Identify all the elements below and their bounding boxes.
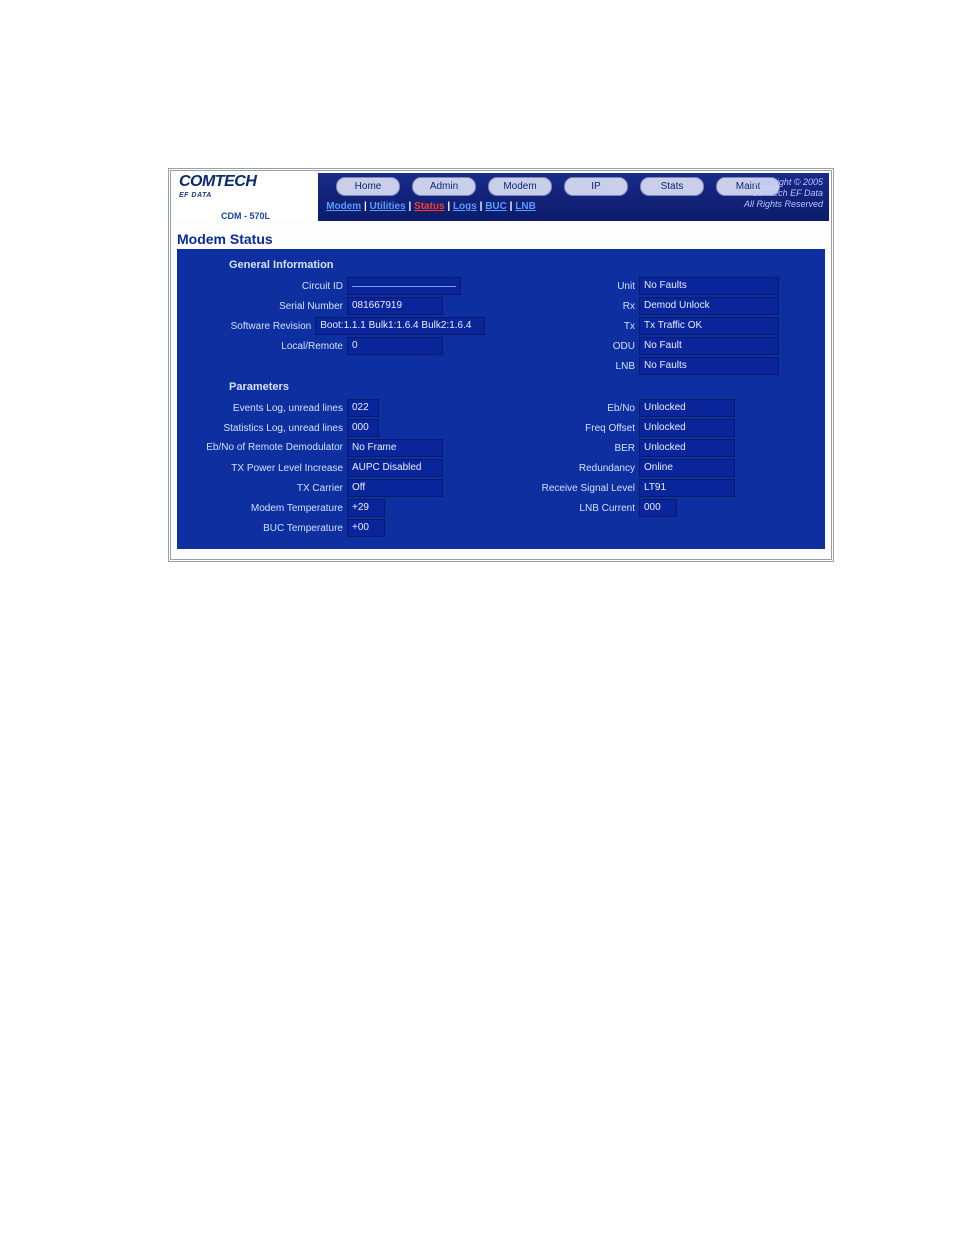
page-title: Modem Status [177, 231, 829, 247]
value-unit: No Faults [639, 277, 779, 295]
value-ebno-remote: No Frame [347, 439, 443, 457]
label-tx: Tx [485, 321, 639, 332]
section-general-information: General Information [229, 259, 817, 271]
nav-admin[interactable]: Admin [412, 177, 476, 196]
label-rsl: Receive Signal Level [485, 483, 639, 494]
label-freq-offset: Freq Offset [485, 423, 639, 434]
label-circuit-id: Circuit ID [185, 281, 347, 292]
value-ebno: Unlocked [639, 399, 735, 417]
label-modem-temperature: Modem Temperature [185, 503, 347, 514]
nav-stats[interactable]: Stats [640, 177, 704, 196]
label-lnb-current: LNB Current [485, 503, 639, 514]
label-ebno-remote: Eb/No of Remote Demodulator [185, 443, 347, 453]
value-redundancy: Online [639, 459, 735, 477]
nav-home[interactable]: Home [336, 177, 400, 196]
value-buc-temperature: +00 [347, 519, 385, 537]
label-tx-carrier: TX Carrier [185, 483, 347, 494]
value-events-log: 022 [347, 399, 379, 417]
app-window: COMTECH EF DATA CDM - 570L Home Admin Mo… [168, 168, 834, 562]
label-tx-power-increase: TX Power Level Increase [185, 463, 347, 474]
value-rsl: LT91 [639, 479, 735, 497]
subnav-utilities[interactable]: Utilities [370, 201, 406, 212]
label-odu: ODU [485, 341, 639, 352]
value-tx-power-increase: AUPC Disabled [347, 459, 443, 477]
label-ebno: Eb/No [485, 403, 639, 414]
value-freq-offset: Unlocked [639, 419, 735, 437]
label-stats-log: Statistics Log, unread lines [185, 423, 347, 434]
label-lnb: LNB [485, 361, 639, 372]
subnav-buc[interactable]: BUC [485, 201, 507, 212]
subnav-logs[interactable]: Logs [453, 201, 477, 212]
subnav-status[interactable]: Status [414, 201, 445, 212]
value-software-revision: Boot:1.1.1 Bulk1:1.6.4 Bulk2:1.6.4 [315, 317, 485, 335]
brand-name: COMTECH [179, 175, 312, 189]
value-ber: Unlocked [639, 439, 735, 457]
status-panel: General Information Circuit ID Serial Nu… [177, 249, 825, 549]
nav-modem[interactable]: Modem [488, 177, 552, 196]
label-local-remote: Local/Remote [185, 341, 347, 352]
value-lnb: No Faults [639, 357, 779, 375]
label-serial-number: Serial Number [185, 301, 347, 312]
label-buc-temperature: BUC Temperature [185, 523, 347, 534]
label-redundancy: Redundancy [485, 463, 639, 474]
label-rx: Rx [485, 301, 639, 312]
header-banner: COMTECH EF DATA CDM - 570L Home Admin Mo… [173, 173, 829, 221]
value-tx-carrier: Off [347, 479, 443, 497]
value-tx: Tx Traffic OK [639, 317, 779, 335]
value-rx: Demod Unlock [639, 297, 779, 315]
label-ber: BER [485, 443, 639, 454]
label-events-log: Events Log, unread lines [185, 403, 347, 414]
value-modem-temperature: +29 [347, 499, 385, 517]
section-parameters: Parameters [229, 381, 817, 393]
value-circuit-id [347, 277, 461, 295]
secondary-nav: Modem | Utilities | Status | Logs | BUC … [173, 201, 689, 212]
logo: COMTECH EF DATA CDM - 570L [173, 173, 318, 221]
subnav-modem[interactable]: Modem [326, 201, 361, 212]
copyright-text: Copyright © 2005 Comtech EF Data All Rig… [744, 177, 823, 210]
nav-ip[interactable]: IP [564, 177, 628, 196]
value-stats-log: 000 [347, 419, 379, 437]
value-local-remote: 0 [347, 337, 443, 355]
value-lnb-current: 000 [639, 499, 677, 517]
label-unit: Unit [485, 281, 639, 292]
label-software-revision: Software Revision [185, 321, 315, 332]
value-odu: No Fault [639, 337, 779, 355]
subnav-lnb[interactable]: LNB [515, 201, 536, 212]
value-serial-number: 081667919 [347, 297, 443, 315]
